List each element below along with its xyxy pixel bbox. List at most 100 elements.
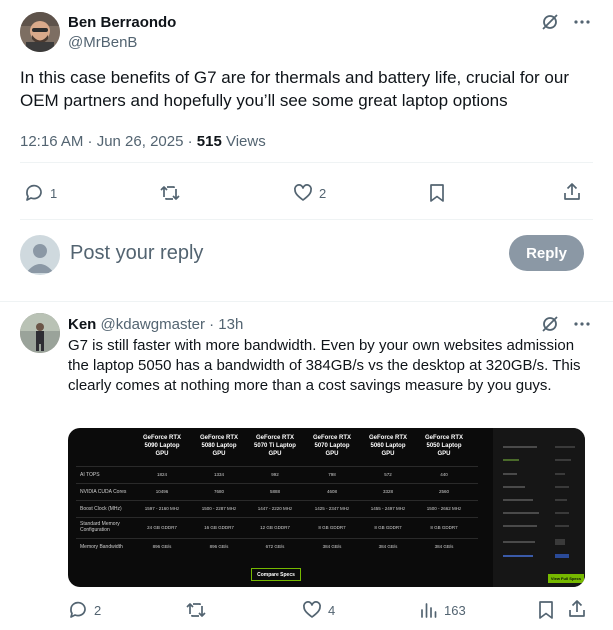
side-row (555, 473, 565, 475)
side-row (503, 459, 519, 461)
side-row (555, 512, 569, 514)
heart-icon (302, 600, 322, 620)
like-action[interactable]: 2 (293, 183, 326, 203)
side-row (503, 446, 537, 448)
reply-author-avatar[interactable] (20, 313, 60, 353)
spec-cell: 8 GB GDDR7 (430, 525, 458, 530)
repost-icon (159, 183, 181, 203)
spec-row-label: Memory Bandwidth (80, 544, 123, 550)
spec-cell: 896 GB/s (209, 544, 229, 549)
spec-cell: 384 GB/s (434, 544, 454, 549)
view-full-specs-button: View Full Specs (548, 574, 584, 583)
spec-col-header: GeForce RTX 5060 Laptop GPU (368, 435, 407, 457)
tweet-top-actions (541, 13, 591, 31)
spec-col-header: GeForce RTX 5080 Laptop GPU (199, 435, 238, 457)
side-row (555, 539, 565, 545)
share-action[interactable] (567, 599, 587, 619)
side-row (503, 541, 535, 543)
spec-col-header: GeForce RTX 5090 Laptop GPU (142, 435, 181, 457)
spec-cell: 440 (440, 472, 448, 477)
spec-row-label: NVIDIA CUDA Cores (80, 489, 127, 495)
side-row (503, 486, 525, 488)
views-action[interactable]: 163 (420, 600, 466, 620)
more-icon[interactable] (573, 13, 591, 31)
like-count: 2 (319, 185, 327, 201)
reply-author-handle[interactable]: @kdawgmaster (101, 316, 205, 333)
spec-cell: 1334 (213, 472, 224, 477)
spec-row-label: AI TOPS (80, 472, 100, 478)
reply-count: 1 (50, 185, 58, 201)
spec-cell: 672 GB/s (265, 544, 285, 549)
author-avatar[interactable] (20, 12, 60, 52)
author-name[interactable]: Ben Berraondo (68, 14, 176, 31)
reply-input[interactable]: Post your reply (70, 242, 490, 265)
reply-text: G7 is still faster with more bandwidth. … (68, 337, 581, 394)
reply-author-line: Ken @kdawgmaster · 13h (68, 316, 243, 333)
spec-cell: 1425 - 2347 MHz (314, 506, 350, 511)
spec-divider (76, 538, 478, 539)
share-icon (567, 599, 587, 619)
bookmark-icon (537, 600, 555, 620)
spec-cell: 1500 - 2287 MHz (201, 506, 237, 511)
spec-cell: 10496 (155, 489, 169, 494)
reply-action[interactable]: 1 (24, 183, 57, 203)
bookmark-icon (428, 183, 446, 203)
spec-cell: 7680 (213, 489, 224, 494)
spec-cell: 2560 (438, 489, 449, 494)
bookmark-action[interactable] (428, 183, 446, 203)
spec-cell: 992 (271, 472, 279, 477)
views-count: 515 (196, 133, 222, 150)
reply-top-actions (541, 315, 591, 333)
spec-cell: 1597 - 2160 MHz (144, 506, 180, 511)
spec-cell: 12 GB GDDR7 (260, 525, 290, 530)
attached-image[interactable]: GeForce RTX 5090 Laptop GPU GeForce RTX … (68, 428, 585, 587)
reply-button[interactable]: Reply (509, 235, 584, 271)
user-avatar[interactable] (20, 235, 60, 275)
side-row (503, 512, 539, 514)
spec-cell: 1500 - 2662 MHz (426, 506, 462, 511)
spec-cell: 1447 - 2220 MHz (257, 506, 293, 511)
spec-col-header: GeForce RTX 5070 Laptop GPU (312, 435, 351, 457)
spec-cell: 896 GB/s (152, 544, 172, 549)
side-row (503, 525, 537, 527)
reply-icon (24, 183, 44, 203)
reply-author-name[interactable]: Ken (68, 316, 96, 333)
spec-divider (76, 500, 478, 501)
divider (20, 162, 593, 163)
views-label: Views (221, 133, 266, 150)
side-row (503, 499, 533, 501)
tweet-text: In this case benefits of G7 are for ther… (20, 68, 569, 110)
share-icon (562, 182, 582, 202)
tweet-meta: 12:16 AM · Jun 26, 2025 · 515 Views (20, 133, 266, 150)
spec-cell: 4608 (326, 489, 337, 494)
like-count: 4 (328, 602, 336, 618)
spec-cell: 1455 - 2497 MHz (370, 506, 406, 511)
repost-action[interactable] (185, 600, 207, 620)
side-row (555, 554, 569, 558)
spec-cell: 3328 (382, 489, 393, 494)
spec-col-header: GeForce RTX 5070 Ti Laptop GPU (254, 435, 296, 457)
author-handle[interactable]: @MrBenB (68, 34, 137, 51)
share-action[interactable] (562, 182, 582, 202)
views-count: 163 (444, 602, 466, 618)
spec-divider (76, 483, 478, 484)
analytics-icon (420, 600, 438, 620)
like-action[interactable]: 4 (302, 600, 335, 620)
tweet-timestamp[interactable]: 12:16 AM · Jun 26, 2025 · (20, 133, 197, 150)
side-row (503, 473, 517, 475)
repost-action[interactable] (159, 183, 181, 203)
bookmark-action[interactable] (537, 600, 555, 620)
spec-cell: 5888 (269, 489, 280, 494)
spec-cell: 8 GB GDDR7 (374, 525, 402, 530)
spec-cell: 24 GB GDDR7 (147, 525, 177, 530)
reply-action[interactable]: 2 (68, 600, 101, 620)
more-icon[interactable] (573, 315, 591, 333)
reply-count: 2 (94, 602, 102, 618)
spec-cell: 384 GB/s (378, 544, 398, 549)
side-row (555, 446, 575, 448)
grok-icon[interactable] (541, 315, 559, 333)
spec-divider (76, 517, 478, 518)
reply-icon (68, 600, 88, 620)
reply-time[interactable]: · 13h (209, 316, 243, 333)
grok-icon[interactable] (541, 13, 559, 31)
